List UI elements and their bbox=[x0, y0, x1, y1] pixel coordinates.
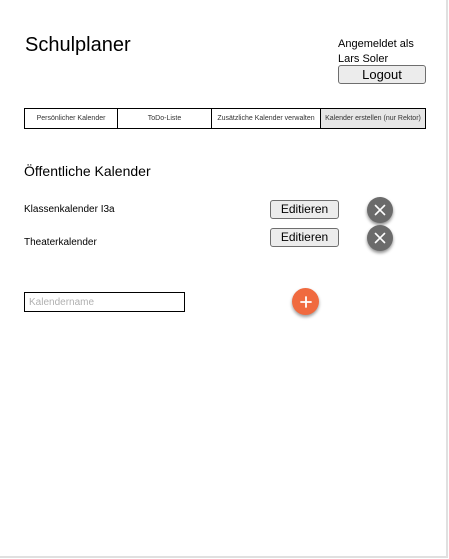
add-calendar-button[interactable] bbox=[292, 288, 319, 315]
edit-button[interactable]: Editieren bbox=[270, 228, 339, 247]
app-title: Schulplaner bbox=[25, 34, 131, 56]
logged-in-label: Angemeldet als bbox=[338, 38, 414, 50]
delete-button[interactable] bbox=[367, 197, 393, 223]
calendar-row: Theaterkalender Editieren bbox=[24, 224, 404, 252]
calendar-name: Klassenkalender I3a bbox=[24, 204, 115, 215]
edit-button[interactable]: Editieren bbox=[270, 200, 339, 219]
delete-button[interactable] bbox=[367, 225, 393, 251]
user-info: Angemeldet als Lars Soler bbox=[338, 37, 433, 67]
calendar-row: Klassenkalender I3a Editieren bbox=[24, 196, 404, 224]
logout-button[interactable]: Logout bbox=[338, 65, 426, 84]
page-frame: Schulplaner Angemeldet als Lars Soler Lo… bbox=[0, 0, 448, 558]
close-icon bbox=[374, 204, 386, 216]
calendar-name: Theaterkalender bbox=[24, 237, 97, 248]
tab-create-calendar[interactable]: Kalender erstellen (nur Rektor) bbox=[321, 109, 425, 128]
section-heading: Öffentliche Kalender bbox=[24, 163, 151, 179]
close-icon bbox=[374, 232, 386, 244]
tab-todo-list[interactable]: ToDo-Liste bbox=[118, 109, 212, 128]
plus-icon bbox=[299, 295, 312, 308]
tab-personal-calendar[interactable]: Persönlicher Kalender bbox=[25, 109, 118, 128]
calendar-name-input[interactable] bbox=[24, 292, 185, 312]
tab-bar: Persönlicher Kalender ToDo-Liste Zusätzl… bbox=[24, 108, 426, 129]
tab-manage-additional-calendars[interactable]: Zusätzliche Kalender verwalten bbox=[212, 109, 321, 128]
